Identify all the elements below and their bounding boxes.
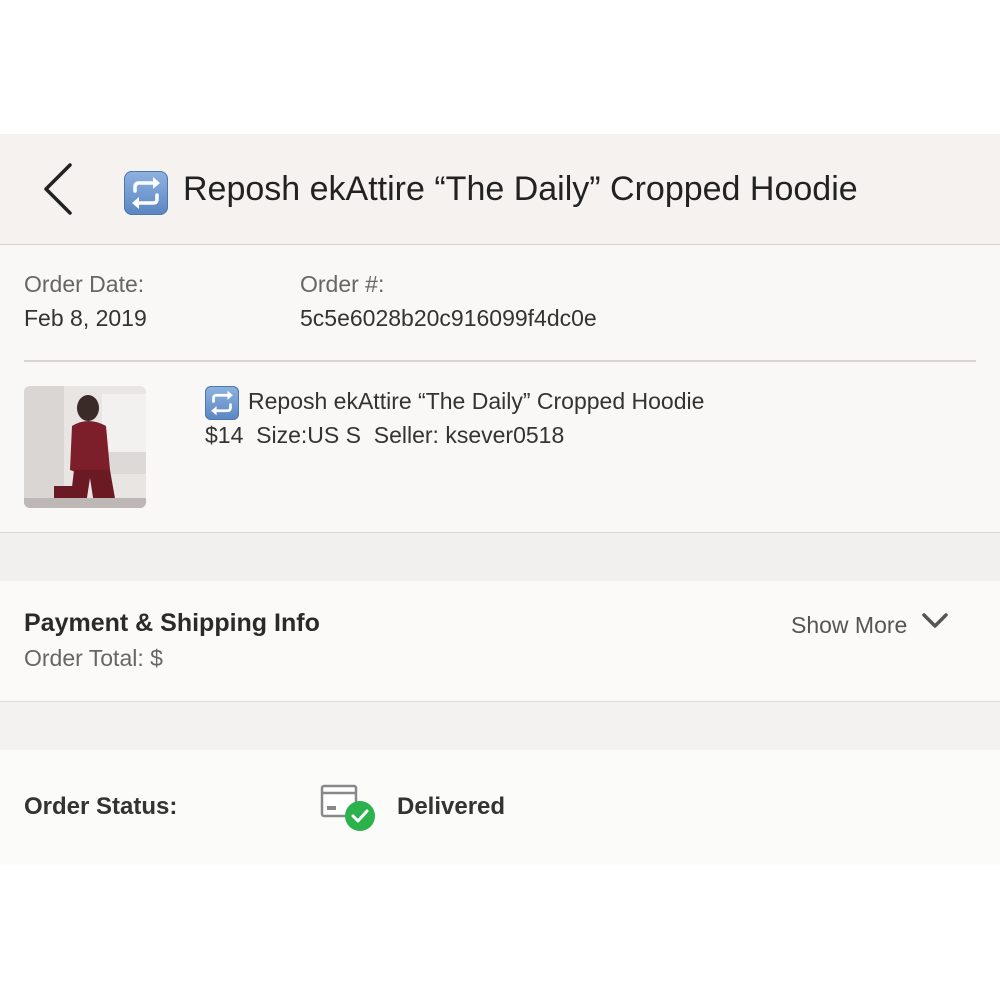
order-number-label: Order #:	[300, 271, 385, 297]
payment-shipping-section: Payment & Shipping Info Order Total: $ S…	[0, 581, 1000, 702]
header-bar: Reposh ekAttire “The Daily” Cropped Hood…	[0, 134, 1000, 245]
repost-icon	[124, 171, 168, 215]
item-meta: $14 Size:US S Seller: ksever0518	[205, 422, 565, 448]
item-title[interactable]: Reposh ekAttire “The Daily” Cropped Hood…	[248, 388, 704, 415]
product-thumbnail[interactable]	[24, 386, 146, 508]
order-status-label: Order Status:	[24, 793, 178, 820]
payment-title: Payment & Shipping Info	[24, 609, 320, 637]
show-more-button[interactable]: Show More	[791, 611, 950, 639]
order-total-label: Order Total: $	[24, 645, 163, 671]
order-date-label: Order Date:	[24, 271, 145, 297]
order-details-panel: Order Date: Feb 8, 2019 Order #: 5c5e602…	[0, 245, 1000, 533]
section-spacer	[0, 533, 1000, 581]
order-status-section: Order Status: Delivered	[0, 750, 1000, 865]
order-status-value: Delivered	[397, 793, 506, 820]
show-more-label: Show More	[791, 612, 908, 638]
repost-icon	[205, 386, 239, 420]
page-title: Reposh ekAttire “The Daily” Cropped Hood…	[183, 170, 858, 208]
divider	[24, 360, 976, 362]
back-icon	[44, 163, 72, 215]
section-spacer	[0, 702, 1000, 750]
order-number-value: 5c5e6028b20c916099f4dc0e	[300, 305, 597, 331]
chevron-down-icon	[921, 613, 948, 628]
back-button[interactable]	[36, 161, 80, 217]
package-delivered-icon	[318, 780, 380, 832]
order-date-value: Feb 8, 2019	[24, 305, 147, 331]
